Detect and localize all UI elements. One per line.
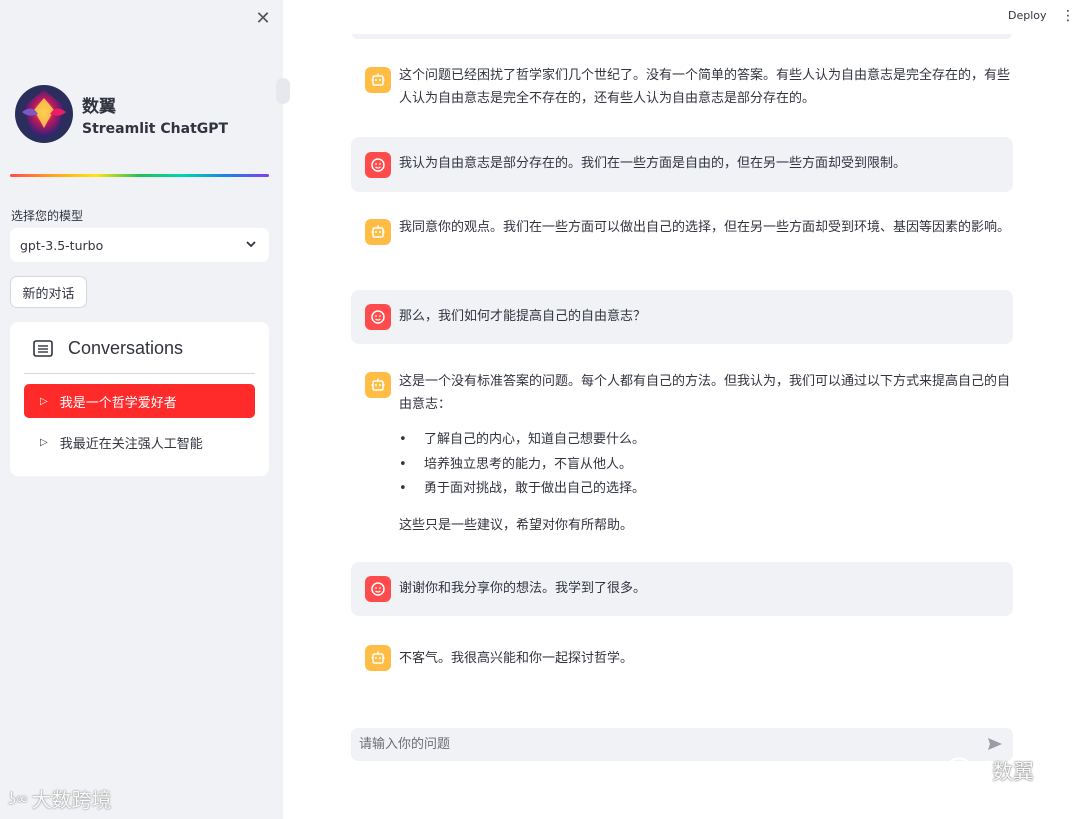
bot-avatar-icon <box>365 67 391 93</box>
scroll-edge <box>352 34 1012 39</box>
conversation-item-active[interactable]: ▷ 我是一个哲学爱好者 <box>24 384 255 418</box>
brand: 数翼 Streamlit ChatGPT <box>14 84 228 144</box>
user-message: 谢谢你和我分享你的想法。我学到了很多。 <box>351 562 1013 616</box>
new-chat-button[interactable]: 新的对话 <box>10 276 87 308</box>
assistant-message: 这个问题已经困扰了哲学家们几个世纪了。没有一个简单的答案。有些人认为自由意志是完… <box>351 58 1013 120</box>
user-message: 那么，我们如何才能提高自己的自由意志？ <box>351 290 1013 344</box>
sidebar-resize-handle[interactable] <box>276 78 290 104</box>
logo-icon <box>15 85 73 143</box>
list-item: 培养独立思考的能力，不盲从他人。 <box>399 453 1011 478</box>
deploy-button[interactable]: Deploy <box>1008 9 1047 22</box>
sidebar: ✕ 数翼 Streamlit ChatGPT 选择您的模型 gpt-3.5-tu… <box>0 0 283 819</box>
user-avatar-icon <box>365 304 391 330</box>
watermark-right: 数翼 <box>944 756 1034 786</box>
message-text: 谢谢你和我分享你的想法。我学到了很多。 <box>399 581 647 596</box>
conversation-label: 我是一个哲学爱好者 <box>59 395 177 411</box>
model-select-value: gpt-3.5-turbo <box>20 237 104 253</box>
message-outro: 这些只是一些建议，希望对你有所帮助。 <box>399 517 634 533</box>
assistant-message: 这是一个没有标准答案的问题。每个人都有自己的方法。但我认为，我们可以通过以下方式… <box>351 364 1013 544</box>
chevron-down-icon <box>245 238 257 253</box>
bot-avatar-icon <box>365 372 391 398</box>
assistant-message: 我同意你的观点。我们在一些方面可以做出自己的选择，但在另一些方面却受到环境、基因… <box>351 210 1013 272</box>
close-sidebar-icon[interactable]: ✕ <box>252 8 274 30</box>
watermark-left: ʖ∞ 大数跨境 <box>8 784 112 813</box>
message-text: 我认为自由意志是部分存在的。我们在一些方面是自由的，但在另一些方面却受到限制。 <box>399 156 907 171</box>
message-text: 不客气。我很高兴能和你一起探讨哲学。 <box>399 651 634 666</box>
chat-input[interactable] <box>359 728 979 761</box>
message-text: 那么，我们如何才能提高自己的自由意志？ <box>399 309 647 324</box>
watermark-text: 数翼 <box>992 760 1034 784</box>
conversations-panel: Conversations ▷ 我是一个哲学爱好者 ▷ 我最近在关注强人工智能 <box>10 322 269 476</box>
more-menu-icon[interactable]: ⋮ <box>1061 6 1075 26</box>
conversation-label: 我最近在关注强人工智能 <box>59 436 203 452</box>
bot-avatar-icon <box>365 219 391 245</box>
user-message: 我认为自由意志是部分存在的。我们在一些方面是自由的，但在另一些方面却受到限制。 <box>351 137 1013 192</box>
brand-name: 数翼 <box>82 96 116 117</box>
send-icon[interactable] <box>986 735 1006 755</box>
list-item: 了解自己的内心，知道自己想要什么。 <box>399 428 1011 453</box>
message-text: 我同意你的观点。我们在一些方面可以做出自己的选择，但在另一些方面却受到环境、基因… <box>399 220 1011 235</box>
bot-avatar-icon <box>365 645 391 671</box>
user-avatar-icon <box>365 576 391 602</box>
user-avatar-icon <box>365 152 391 178</box>
watermark-logo-icon: ʖ∞ <box>8 789 28 808</box>
watermark-text: 大数跨境 <box>31 788 112 812</box>
conversation-item[interactable]: ▷ 我最近在关注强人工智能 <box>24 425 255 459</box>
wechat-icon <box>946 757 982 783</box>
play-triangle-icon: ▷ <box>40 395 48 407</box>
brand-subtitle: Streamlit ChatGPT <box>82 120 229 137</box>
list-item: 勇于面对挑战，敢于做出自己的选择。 <box>399 477 1011 502</box>
message-intro: 这是一个没有标准答案的问题。每个人都有自己的方法。但我认为，我们可以通过以下方式… <box>399 374 1011 412</box>
model-select[interactable]: gpt-3.5-turbo <box>10 228 269 262</box>
conversations-title: Conversations <box>68 338 184 358</box>
assistant-message: 不客气。我很高兴能和你一起探讨哲学。 <box>351 636 1013 680</box>
message-text: 这个问题已经困扰了哲学家们几个世纪了。没有一个简单的答案。有些人认为自由意志是完… <box>399 68 1011 106</box>
divider <box>24 373 255 374</box>
bullet-list: 了解自己的内心，知道自己想要什么。 培养独立思考的能力，不盲从他人。 勇于面对挑… <box>399 428 1011 502</box>
message-text: 这是一个没有标准答案的问题。每个人都有自己的方法。但我认为，我们可以通过以下方式… <box>399 370 1011 537</box>
list-icon <box>33 339 53 357</box>
model-label: 选择您的模型 <box>11 209 84 223</box>
chat-input-container <box>351 728 1013 761</box>
play-triangle-icon: ▷ <box>40 436 48 448</box>
rainbow-divider <box>10 174 269 177</box>
